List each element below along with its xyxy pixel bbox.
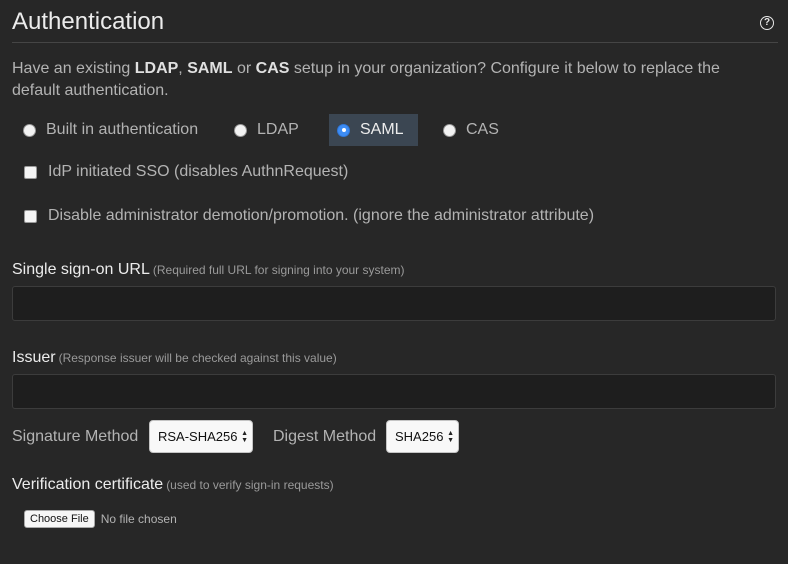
- signature-method-value: RSA-SHA256: [158, 429, 238, 444]
- intro-sep1: ,: [178, 60, 188, 77]
- sso-url-input[interactable]: [12, 286, 776, 321]
- signature-method-select[interactable]: RSA-SHA256 ▲ ▼: [149, 420, 253, 453]
- select-arrows-icon: ▲ ▼: [241, 430, 248, 444]
- issuer-label-text: Issuer: [12, 349, 56, 366]
- radio-ldap[interactable]: LDAP: [234, 114, 299, 146]
- certificate-hint: (used to verify sign-in requests): [166, 478, 334, 492]
- disable-demotion-label: Disable administrator demotion/promotion…: [48, 207, 595, 224]
- radio-label: LDAP: [257, 121, 299, 138]
- intro-saml: SAML: [187, 60, 233, 77]
- intro-text: Have an existing LDAP, SAML or CAS setup…: [12, 58, 772, 102]
- idp-sso-checkbox[interactable]: [24, 165, 37, 179]
- disable-demotion-checkbox[interactable]: [24, 209, 37, 223]
- certificate-label-text: Verification certificate: [12, 476, 164, 493]
- intro-sep2: or: [232, 60, 256, 77]
- intro-prefix: Have an existing: [12, 60, 135, 77]
- issuer-label: Issuer (Response issuer will be checked a…: [12, 349, 337, 367]
- radio-label: CAS: [466, 121, 499, 138]
- radio-button[interactable]: [443, 123, 456, 137]
- idp-sso-option[interactable]: IdP initiated SSO (disables AuthnRequest…: [24, 163, 348, 181]
- sso-url-hint: (Required full URL for signing into your…: [152, 263, 405, 277]
- page-title: Authentication: [12, 8, 165, 35]
- radio-saml[interactable]: SAML: [329, 114, 418, 146]
- digest-method-value: SHA256: [395, 429, 444, 444]
- radio-cas[interactable]: CAS: [443, 114, 499, 146]
- certificate-label: Verification certificate (used to verify …: [12, 476, 334, 494]
- idp-sso-label: IdP initiated SSO (disables AuthnRequest…: [48, 163, 349, 180]
- radio-label: SAML: [360, 121, 404, 138]
- choose-file-button[interactable]: Choose File: [24, 510, 95, 528]
- auth-type-radio-group: Built in authentication LDAP SAML CAS: [12, 114, 772, 146]
- radio-button-selected[interactable]: [337, 123, 350, 137]
- signature-method-label: Signature Method: [12, 428, 139, 445]
- issuer-input[interactable]: [12, 374, 776, 409]
- question-circle-icon[interactable]: ?: [760, 16, 774, 30]
- section-header: Authentication ?: [12, 6, 778, 43]
- sso-url-label-text: Single sign-on URL: [12, 261, 150, 278]
- radio-label: Built in authentication: [46, 121, 199, 138]
- file-status-text: No file chosen: [100, 512, 177, 526]
- select-arrows-icon: ▲ ▼: [447, 430, 454, 444]
- radio-button[interactable]: [234, 123, 247, 137]
- intro-ldap: LDAP: [134, 60, 179, 77]
- digest-method-select[interactable]: SHA256 ▲ ▼: [386, 420, 459, 453]
- intro-cas: CAS: [255, 60, 290, 77]
- issuer-hint: (Response issuer will be checked against…: [58, 351, 337, 365]
- disable-demotion-option[interactable]: Disable administrator demotion/promotion…: [24, 207, 594, 225]
- digest-method-label: Digest Method: [273, 428, 377, 445]
- radio-builtin-auth[interactable]: Built in authentication: [23, 114, 198, 146]
- sso-url-label: Single sign-on URL (Required full URL for…: [12, 261, 405, 279]
- radio-button[interactable]: [23, 123, 36, 137]
- method-row: Signature Method RSA-SHA256 ▲ ▼ Digest Me…: [12, 420, 712, 453]
- certificate-file-picker: Choose File No file chosen: [24, 510, 177, 528]
